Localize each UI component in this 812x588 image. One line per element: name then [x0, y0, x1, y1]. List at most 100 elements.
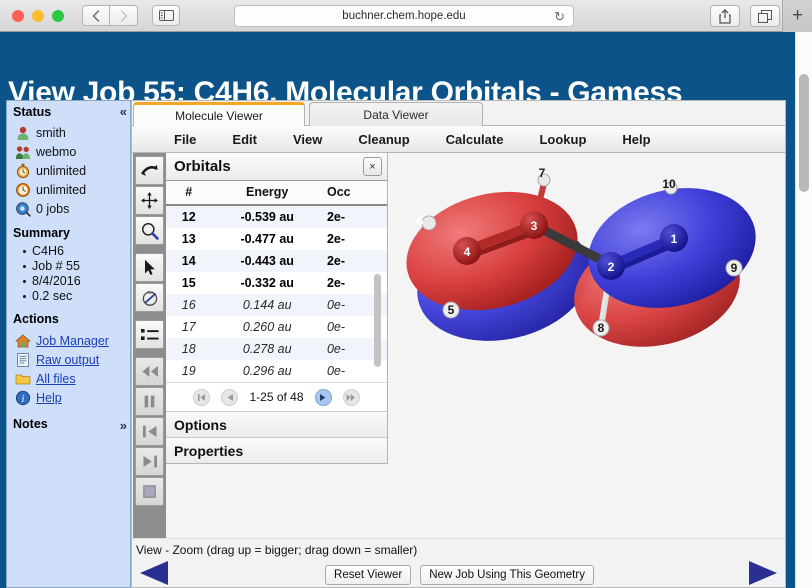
menu-calculate[interactable]: Calculate	[428, 126, 522, 152]
action-help[interactable]: i Help	[15, 388, 130, 407]
molecule-canvas[interactable]: 1 2 3 4 5 6 7 8 9 10	[389, 153, 786, 538]
chrome-right-buttons	[710, 5, 780, 27]
next-page-icon[interactable]	[315, 389, 332, 406]
svg-text:4: 4	[464, 245, 471, 259]
menu-file[interactable]: File	[156, 126, 214, 152]
page-scrollbar-track[interactable]	[795, 32, 812, 588]
menu-cleanup[interactable]: Cleanup	[340, 126, 427, 152]
show-tabs-icon[interactable]	[750, 5, 780, 27]
column-header-energy[interactable]: Energy	[211, 181, 323, 205]
new-tab-button[interactable]: +	[782, 0, 812, 32]
menu-help[interactable]: Help	[604, 126, 668, 152]
svg-text:Cu: Cu	[147, 290, 153, 295]
column-header-occupancy[interactable]: Occ	[323, 181, 387, 205]
accordion-options-label: Options	[174, 417, 227, 433]
home-icon	[15, 333, 31, 349]
cell-energy: 0.278 au	[211, 338, 323, 360]
table-row[interactable]: 18 0.278 au 0e-	[166, 338, 387, 360]
table-row[interactable]: 13 -0.477 au 2e-	[166, 228, 387, 250]
svg-text:10: 10	[662, 177, 676, 191]
orbitals-scrollbar[interactable]	[374, 274, 381, 367]
user-icon	[15, 125, 31, 141]
cell-number: 13	[166, 228, 211, 250]
last-page-icon[interactable]	[343, 389, 360, 406]
sidebar: Status « smith webmo unlimited	[6, 100, 131, 588]
jobs-icon	[15, 201, 31, 217]
status-item-jobs: 0 jobs	[15, 199, 130, 218]
group-icon	[15, 144, 31, 160]
new-job-geometry-button[interactable]: New Job Using This Geometry	[420, 565, 594, 585]
tab-data-viewer[interactable]: Data Viewer	[309, 102, 483, 126]
sidebar-actions-heading: Actions	[7, 304, 130, 328]
cell-energy: -0.477 au	[211, 228, 323, 250]
zoom-icon[interactable]	[135, 216, 164, 245]
select-arrow-icon[interactable]	[135, 253, 164, 282]
svg-text:9: 9	[731, 261, 738, 275]
next-page-arrow-icon[interactable]	[749, 561, 777, 585]
table-row[interactable]: 14 -0.443 au 2e-	[166, 250, 387, 272]
share-icon[interactable]	[710, 5, 740, 27]
table-row[interactable]: 19 0.296 au 0e-	[166, 360, 387, 382]
address-bar[interactable]: buchner.chem.hope.edu ↻	[234, 5, 574, 27]
summary-item: Job # 55	[23, 259, 130, 274]
menu-edit[interactable]: Edit	[214, 126, 275, 152]
expand-right-icon[interactable]: »	[120, 418, 125, 433]
orbitals-titlebar: Orbitals ×	[166, 153, 387, 181]
reload-icon[interactable]: ↻	[554, 9, 565, 25]
viewer-button-row: Reset Viewer New Job Using This Geometry	[132, 560, 786, 588]
forward-button[interactable]	[110, 5, 138, 26]
cell-energy: -0.539 au	[211, 205, 323, 228]
action-raw-output[interactable]: Raw output	[15, 350, 130, 369]
table-row[interactable]: 15 -0.332 au 2e-	[166, 272, 387, 294]
minimize-window-button[interactable]	[32, 10, 44, 22]
status-item-group: webmo	[15, 142, 130, 161]
pause-icon[interactable]	[135, 387, 164, 416]
menu-view[interactable]: View	[275, 126, 340, 152]
action-job-manager[interactable]: Job Manager	[15, 331, 130, 350]
step-back-icon[interactable]	[135, 417, 164, 446]
rotate-icon[interactable]	[135, 156, 164, 185]
cell-energy: 0.296 au	[211, 360, 323, 382]
rewind-icon[interactable]	[135, 357, 164, 386]
status-item-label: smith	[36, 126, 66, 140]
table-row[interactable]: 17 0.260 au 0e-	[166, 316, 387, 338]
tab-label: Data Viewer	[363, 108, 428, 122]
first-page-icon[interactable]	[193, 389, 210, 406]
close-window-button[interactable]	[12, 10, 24, 22]
collapse-left-icon[interactable]: «	[120, 104, 125, 119]
list-icon[interactable]	[135, 320, 164, 349]
applet-menubar: File Edit View Cleanup Calculate Lookup …	[132, 126, 786, 153]
reset-viewer-button[interactable]: Reset Viewer	[325, 565, 411, 585]
step-forward-icon[interactable]	[135, 447, 164, 476]
cell-number: 19	[166, 360, 211, 382]
close-icon[interactable]: ×	[363, 157, 382, 176]
orbitals-panel: Orbitals × # Energy Occ 12 -0	[166, 153, 388, 464]
window-controls	[12, 10, 64, 22]
table-row[interactable]: 16 0.144 au 0e-	[166, 294, 387, 316]
column-header-number[interactable]: #	[166, 181, 211, 205]
clean-icon[interactable]: Cu	[135, 283, 164, 312]
cell-number: 12	[166, 205, 211, 228]
status-item-label: 0 jobs	[36, 202, 69, 216]
tab-molecule-viewer[interactable]: Molecule Viewer	[133, 102, 305, 126]
page-scrollbar-thumb[interactable]	[799, 74, 809, 192]
menu-lookup[interactable]: Lookup	[521, 126, 604, 152]
back-button[interactable]	[82, 5, 110, 26]
accordion-properties[interactable]: Properties	[166, 437, 387, 463]
summary-item: 8/4/2016	[23, 274, 130, 289]
prev-page-icon[interactable]	[221, 389, 238, 406]
info-icon: i	[15, 390, 31, 406]
stop-icon[interactable]	[135, 477, 164, 506]
maximize-window-button[interactable]	[52, 10, 64, 22]
cell-occupancy: 2e-	[323, 228, 387, 250]
accordion-options[interactable]: Options	[166, 411, 387, 437]
clock-icon	[15, 182, 31, 198]
summary-item: 0.2 sec	[23, 289, 130, 304]
prev-page-arrow-icon[interactable]	[140, 561, 168, 585]
sidebar-toggle-button[interactable]	[152, 5, 180, 26]
browser-chrome: buchner.chem.hope.edu ↻ +	[0, 0, 812, 32]
action-all-files[interactable]: All files	[15, 369, 130, 388]
table-row[interactable]: 12 -0.539 au 2e-	[166, 205, 387, 228]
translate-icon[interactable]	[135, 186, 164, 215]
sidebar-status-heading: Status «	[7, 101, 130, 121]
